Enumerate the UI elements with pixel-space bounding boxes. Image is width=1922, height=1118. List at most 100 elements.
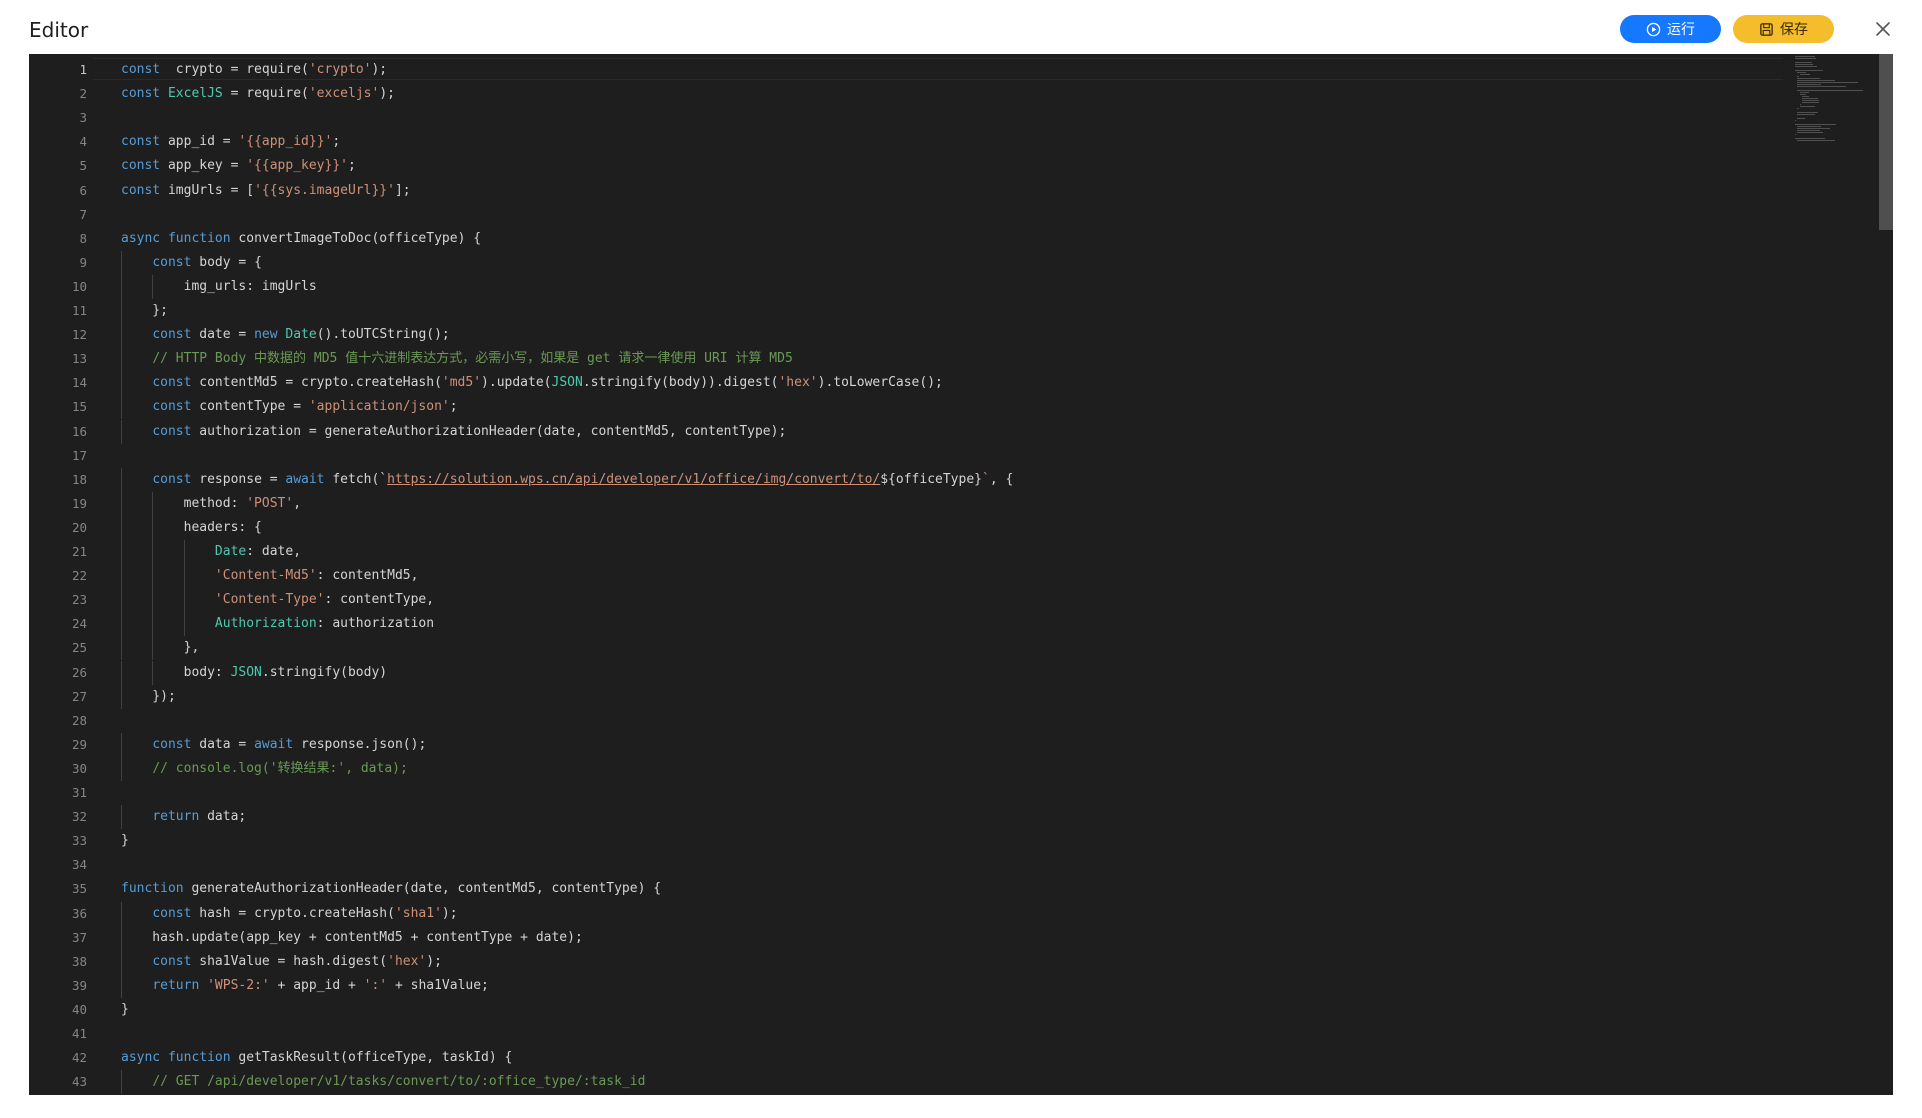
- code-line[interactable]: Authorization: authorization: [121, 612, 434, 636]
- code-token: contentMd5 = crypto.createHash(: [191, 375, 442, 391]
- dialog-title: Editor: [29, 18, 89, 42]
- code-line[interactable]: const response = await fetch(`https://so…: [121, 468, 1013, 492]
- code-line[interactable]: async function convertImageToDoc(officeT…: [121, 227, 481, 251]
- code-line[interactable]: headers: {: [121, 516, 262, 540]
- code-line[interactable]: hash.update(app_key + contentMd5 + conte…: [121, 926, 582, 950]
- code-token: ];: [394, 182, 411, 198]
- code-line[interactable]: img_urls: imgUrls: [121, 275, 317, 299]
- code-token: JSON: [551, 375, 583, 391]
- code-line[interactable]: const data = await response.json();: [121, 733, 426, 757]
- scrollbar-thumb[interactable]: [1879, 54, 1893, 230]
- line-number: 32: [71, 809, 87, 825]
- code-line[interactable]: // GET /api/developer/v1/tasks/convert/t…: [121, 1070, 645, 1094]
- run-button[interactable]: 运行: [1620, 15, 1721, 43]
- code-token: });: [121, 688, 176, 704]
- code-token: Date: [214, 544, 247, 559]
- code-line[interactable]: // console.log('转换结果:', data);: [121, 757, 408, 781]
- line-number: 18: [71, 471, 87, 487]
- indent-guide: [121, 925, 122, 950]
- code-line[interactable]: body: JSON.stringify(body): [121, 661, 388, 685]
- line-number: 9: [79, 254, 87, 270]
- minimap-line: [1799, 94, 1806, 95]
- code-keyword: const: [152, 327, 192, 343]
- code-keyword: const: [152, 471, 192, 487]
- code-token: );: [371, 62, 388, 77]
- indent-guide: [152, 491, 154, 516]
- code-line[interactable]: 'Content-Type': contentType,: [121, 588, 434, 612]
- code-line[interactable]: const authorization = generateAuthorizat…: [121, 420, 786, 444]
- line-number: 5: [79, 158, 87, 174]
- code-line[interactable]: const contentType = 'application/json';: [121, 395, 457, 419]
- minimap-line: [1797, 78, 1821, 79]
- code-token: app_key =: [160, 158, 247, 174]
- code-line[interactable]: };: [121, 299, 168, 323]
- code-line[interactable]: });: [121, 685, 176, 709]
- minimap-line: [1795, 64, 1813, 65]
- code-line[interactable]: method: 'POST',: [121, 492, 301, 516]
- code-token: ,: [293, 495, 302, 511]
- minimap[interactable]: [1793, 54, 1893, 1095]
- code-line[interactable]: return data;: [121, 805, 246, 829]
- indent-guide: [152, 274, 154, 299]
- code-line[interactable]: Date: date,: [121, 540, 301, 564]
- code-string: ':': [363, 977, 388, 993]
- code-editor[interactable]: 1 2 3 4 5 6 7 8 9 10 11 12 13 14 15 16 17 18 19 20 21 22 23 24 2…: [29, 54, 1893, 1095]
- save-button[interactable]: 保存: [1733, 15, 1834, 43]
- code-token: crypto = require(: [160, 62, 309, 77]
- vertical-scrollbar[interactable]: [1879, 54, 1893, 1095]
- code-line[interactable]: }: [121, 829, 129, 853]
- minimap-line: [1797, 112, 1819, 113]
- code-line[interactable]: // HTTP Body 中数据的 MD5 值十六进制表达方式，必需小写，如果是…: [121, 347, 792, 371]
- code-line[interactable]: function generateAuthorizationHeader(dat…: [121, 877, 661, 901]
- code-line[interactable]: const sha1Value = hash.digest('hex');: [121, 950, 442, 974]
- code-line[interactable]: const app_key = '{{app_key}}';: [121, 154, 356, 178]
- minimap-line: [1799, 92, 1809, 93]
- code-line[interactable]: 'Content-Md5': contentMd5,: [121, 564, 419, 588]
- code-line[interactable]: }: [121, 998, 129, 1022]
- code-token: response =: [191, 471, 286, 487]
- indent-guide: [183, 588, 185, 613]
- line-number: 6: [79, 182, 87, 198]
- code-line[interactable]: async function getTaskResult(officeType,…: [121, 1046, 512, 1070]
- code-token: data;: [199, 809, 247, 825]
- indent-guide: [183, 540, 185, 565]
- minimap-line: [1797, 126, 1821, 127]
- line-number: 21: [71, 544, 87, 559]
- code-line[interactable]: const hash = crypto.createHash('sha1');: [121, 902, 457, 926]
- code-line[interactable]: const contentMd5 = crypto.createHash('md…: [121, 371, 943, 395]
- indent-guide: [121, 805, 122, 830]
- line-number: 4: [79, 134, 87, 150]
- line-number: 19: [71, 495, 87, 511]
- close-icon[interactable]: [1870, 16, 1896, 42]
- indent-guide: [121, 395, 122, 420]
- code-line[interactable]: const date = new Date().toUTCString();: [121, 323, 449, 347]
- indent-guide: [152, 540, 154, 565]
- code-keyword: const: [152, 375, 192, 391]
- code-line[interactable]: return 'WPS-2:' + app_id + ':' + sha1Val…: [121, 974, 489, 998]
- indent-guide: [121, 684, 122, 709]
- code-line[interactable]: const app_id = '{{app_id}}';: [121, 130, 340, 154]
- code-keyword: async: [121, 230, 161, 246]
- code-line[interactable]: const crypto = require('crypto');: [121, 58, 387, 82]
- indent-guide: [121, 371, 122, 396]
- code-string: 'Content-Type': [214, 592, 325, 608]
- code-line[interactable]: const imgUrls = ['{{sys.imageUrl}}'];: [121, 179, 411, 203]
- code-token: Authorization: [214, 616, 317, 632]
- code-token: ExcelJS: [167, 86, 223, 102]
- indent-guide: [121, 419, 122, 444]
- code-line[interactable]: },: [121, 636, 200, 660]
- code-line[interactable]: const body = {: [121, 251, 262, 275]
- minimap-line: [1799, 74, 1810, 75]
- code-keyword: const: [121, 158, 161, 174]
- code-line[interactable]: const ExcelJS = require('exceljs');: [121, 82, 395, 106]
- code-string: '{{app_id}}': [238, 134, 333, 150]
- code-token: JSON: [230, 664, 262, 680]
- indent-guide: [121, 756, 122, 781]
- code-area[interactable]: const crypto = require('crypto'); const E…: [93, 54, 1783, 1095]
